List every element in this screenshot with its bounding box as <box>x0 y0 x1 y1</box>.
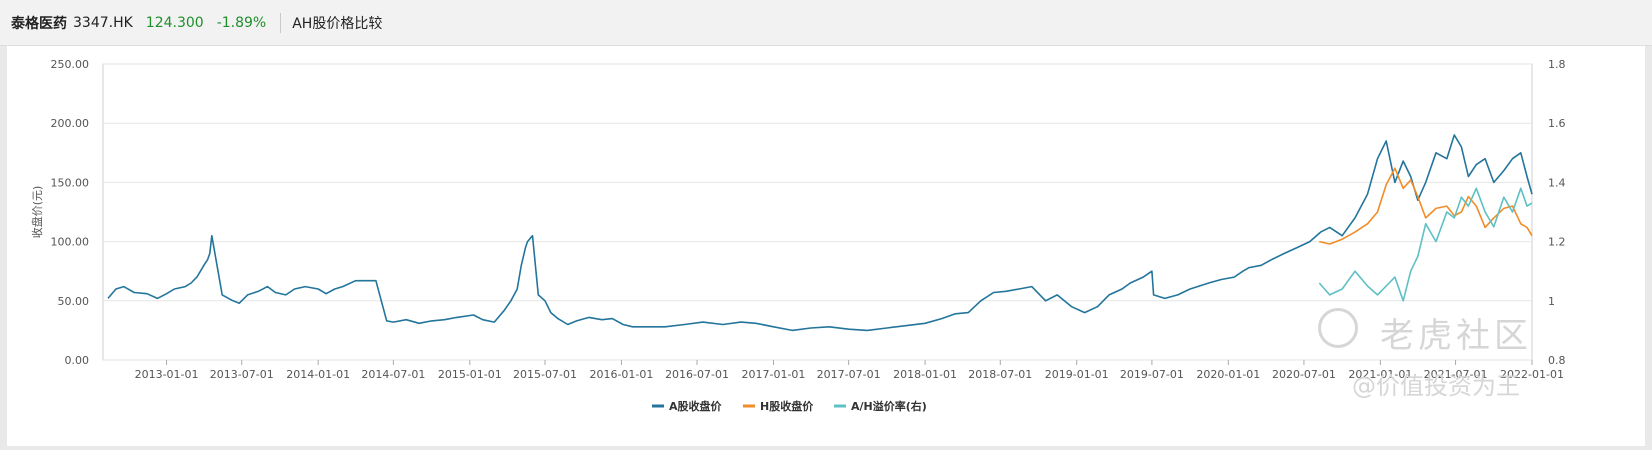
legend-label: A股收盘价 <box>669 399 723 413</box>
plot-frame <box>102 63 1533 361</box>
x-tick-label: 2019-07-01 <box>1120 368 1184 381</box>
legend: A股收盘价 H股收盘价 A/H溢价率(右) <box>652 399 927 413</box>
x-tick-label: 2017-07-01 <box>817 368 881 381</box>
watermark-logo-icon <box>1318 308 1358 348</box>
y2-tick-label: 1.6 <box>1548 117 1566 130</box>
y-tick-label: 150.00 <box>51 176 90 189</box>
x-tick-label: 2016-07-01 <box>665 368 729 381</box>
y-axis-label: 收盘价(元) <box>30 186 44 239</box>
y-tick-label: 100.00 <box>51 236 90 249</box>
x-tick-label: 2018-01-01 <box>893 368 957 381</box>
x-tick-label: 2013-07-01 <box>210 368 274 381</box>
x-tick-label: 2020-01-01 <box>1196 368 1260 381</box>
legend-item-2: H股收盘价 <box>743 399 814 413</box>
y-tick-label: 200.00 <box>51 117 90 130</box>
legend-item-3: A/H溢价率(右) <box>834 399 927 413</box>
x-tick-label: 2018-07-01 <box>968 368 1032 381</box>
legend-label: H股收盘价 <box>760 399 814 413</box>
y2-tick-label: 0.8 <box>1548 354 1566 367</box>
legend-item-1: A股收盘价 <box>652 399 723 413</box>
y2-tick-label: 1.8 <box>1548 58 1566 71</box>
y-tick-label: 50.00 <box>58 295 90 308</box>
x-tick-label: 2016-01-01 <box>589 368 653 381</box>
x-tick-label: 2017-01-01 <box>741 368 805 381</box>
y-tick-label: 250.00 <box>51 58 90 71</box>
stock-header: 泰格医药 3347.HK 124.300 -1.89% AH股价格比较 <box>0 0 1652 46</box>
legend-label: A/H溢价率(右) <box>851 399 927 413</box>
stock-change: -1.89% <box>216 14 267 31</box>
grid-lines <box>102 63 1533 361</box>
y2-tick-label: 1.2 <box>1548 236 1566 249</box>
watermark-line1: 老虎社区 <box>1380 316 1532 356</box>
stock-price: 124.300 <box>145 14 204 31</box>
x-tick-label: 2019-01-01 <box>1045 368 1109 381</box>
series-line-3 <box>1318 187 1533 302</box>
y-tick-label: 0.00 <box>65 354 90 367</box>
x-tick-label: 2015-01-01 <box>438 368 502 381</box>
watermark-line2: @价值投资为王 <box>1352 372 1520 400</box>
x-tick-label: 2014-07-01 <box>361 368 425 381</box>
y2-tick-label: 1 <box>1548 295 1555 308</box>
y2-tick-label: 1.4 <box>1548 176 1566 189</box>
stock-name: 泰格医药 <box>11 15 67 32</box>
header-divider <box>280 12 282 33</box>
stock-code: 3347.HK <box>73 14 133 31</box>
chart-title: AH股价格比较 <box>292 15 383 32</box>
x-tick-label: 2014-01-01 <box>286 368 350 381</box>
x-tick-label: 2015-07-01 <box>513 368 577 381</box>
x-tick-label: 2020-07-01 <box>1272 368 1336 381</box>
x-tick-label: 2013-01-01 <box>135 368 199 381</box>
